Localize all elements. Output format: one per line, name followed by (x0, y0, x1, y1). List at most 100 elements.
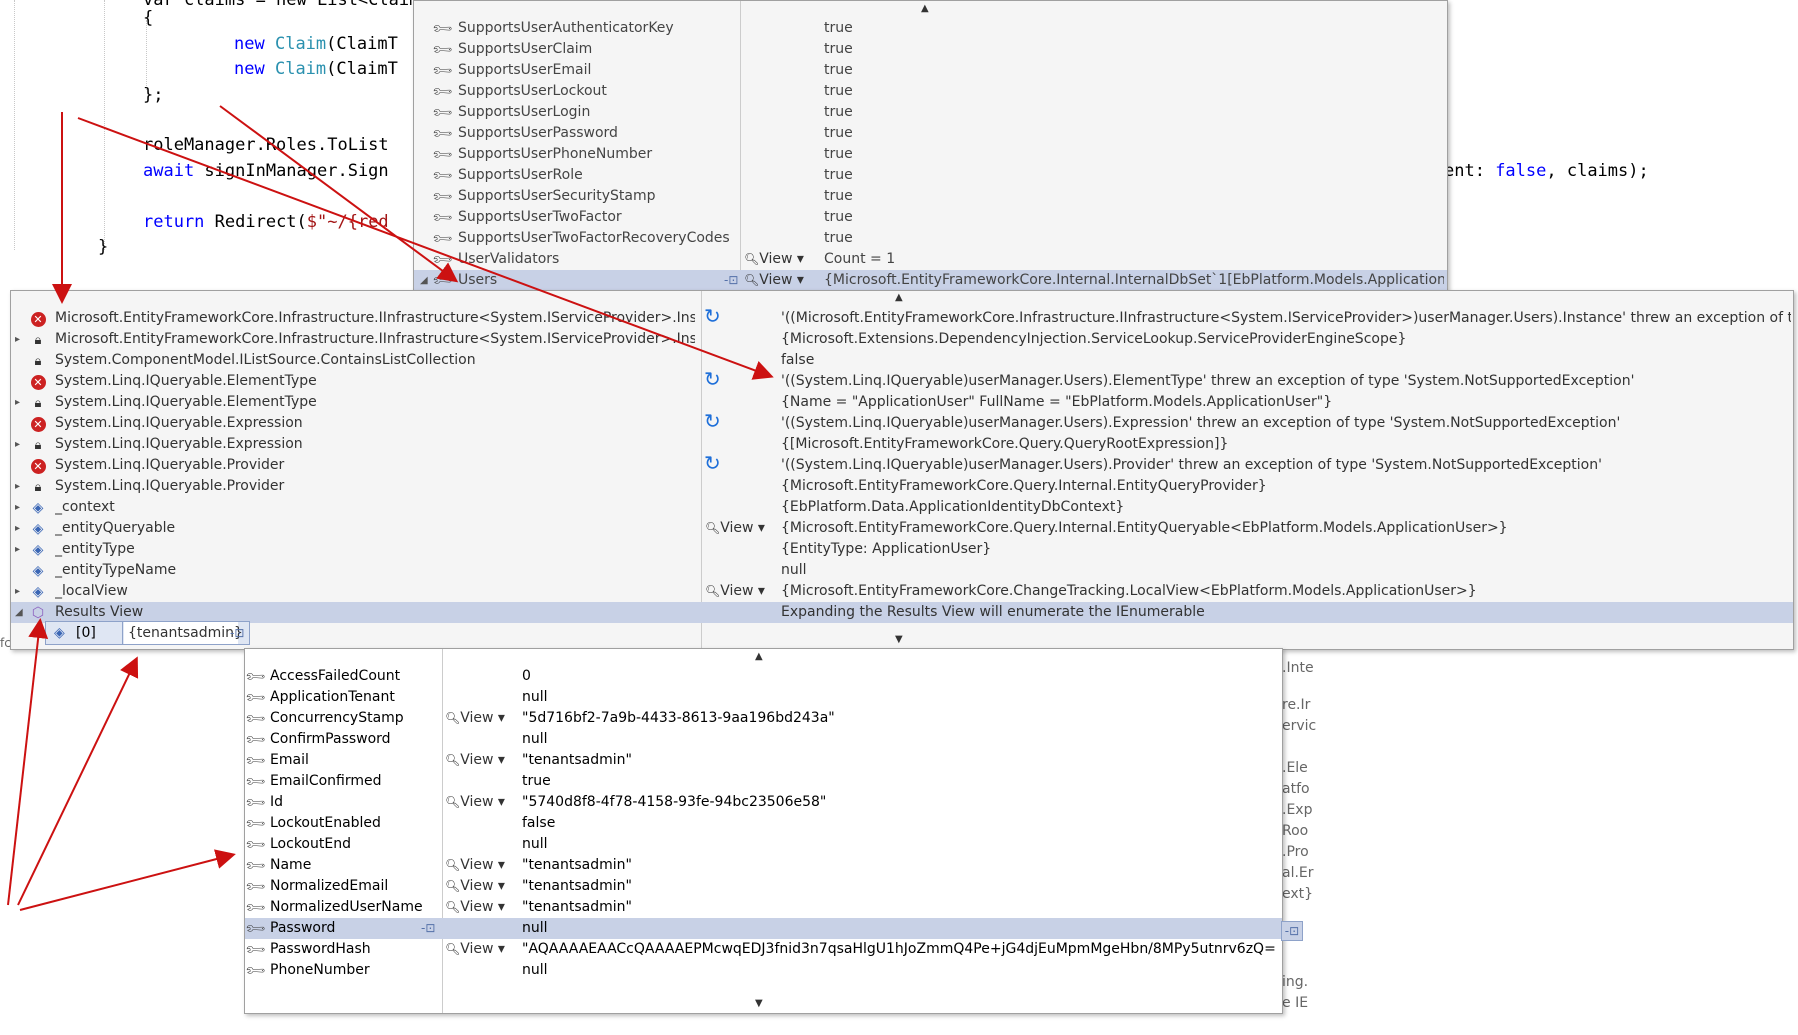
expand-arrow-icon[interactable]: ▸ (15, 518, 25, 539)
datatip-row[interactable]: ◈ _entityTypeName null (11, 560, 1793, 581)
pin-icon[interactable]: -⊡ (421, 918, 435, 939)
datatip-panel-top[interactable]: ▲ 🔧︎ SupportsUserAuthenticatorKey true 🔧︎ Su… (413, 0, 1448, 292)
view-label: View (759, 251, 793, 267)
view-visualizer-button[interactable]: 🔍︎View ▾ (445, 855, 505, 876)
background-text: .Pro (1282, 844, 1309, 860)
pin-icon[interactable]: -⊡ (230, 622, 244, 644)
datatip-row[interactable]: 🔧︎ SupportsUserRole true (414, 164, 1447, 188)
expand-arrow-icon[interactable]: ◢ (15, 602, 25, 623)
datatip-row[interactable]: 🔧︎ SupportsUserLockout true (414, 80, 1447, 104)
datatip-row[interactable]: 🔧︎ EmailConfirmed true (245, 770, 1282, 794)
datatip-panel-bottom[interactable]: ▲ ▼ 🔧︎ AccessFailedCount 0 🔧︎ ApplicationTen… (244, 648, 1283, 1014)
property-name: LockoutEnabled (270, 815, 381, 831)
datatip-row[interactable]: ✕ System.Linq.IQueryable.Provider ↻ '((Syst… (11, 453, 1793, 476)
datatip-row[interactable]: 🔧︎ SupportsUserClaim true (414, 38, 1447, 62)
datatip-row[interactable]: ▸ ◈ _localView 🔍︎View ▾ {Microsoft.EntityFra… (11, 581, 1793, 602)
refresh-icon[interactable]: ↻ (704, 453, 721, 474)
property-value: true (824, 188, 853, 204)
view-visualizer-button[interactable]: 🔍︎View ▾ (445, 897, 505, 918)
scroll-up-arrow[interactable]: ▲ (895, 292, 903, 303)
property-name: Name (270, 857, 312, 873)
chevron-down-icon: ▾ (493, 899, 505, 915)
property-name: _entityType (55, 541, 135, 557)
datatip-row[interactable]: 🔧︎ NormalizedEmail 🔍︎View ▾ "tenantsadmin" (244, 875, 1282, 899)
property-name: NormalizedUserName (270, 899, 423, 915)
datatip-row[interactable]: 🔧︎ SupportsUserTwoFactorRecoveryCodes true (414, 227, 1447, 251)
datatip-row[interactable]: 🔧︎ SupportsUserTwoFactor true (414, 206, 1447, 230)
datatip-row[interactable]: ▸ 🔒︎ System.Linq.IQueryable.Provider {Micro… (11, 476, 1793, 497)
view-visualizer-button[interactable]: 🔍︎View ▾ (705, 581, 765, 602)
view-visualizer-button[interactable]: 🔍︎View ▾ (705, 518, 765, 539)
view-visualizer-button[interactable]: 🔍︎View ▾ (445, 750, 505, 771)
datatip-row[interactable]: 🔧︎ LockoutEnd null (245, 833, 1282, 857)
datatip-row[interactable]: 🔧︎ SupportsUserSecurityStamp true (414, 185, 1447, 209)
datatip-row[interactable]: 🔧︎ Id 🔍︎View ▾ "5740d8f8-4f78-4158-93fe-94b… (245, 791, 1282, 815)
datatip-row[interactable]: 🔧︎ UserValidators 🔍︎View ▾ Count = 1 (414, 248, 1447, 272)
datatip-row[interactable]: ▸ ◈ _context {EbPlatform.Data.ApplicationId… (11, 497, 1793, 518)
datatip-row[interactable]: ▸ ◈ _entityQueryable 🔍︎View ▾ {Microsoft.Ent… (11, 518, 1793, 539)
datatip-row[interactable]: 🔧︎ Email 🔍︎View ▾ "tenantsadmin" (245, 749, 1282, 773)
datatip-row[interactable]: 🔧︎ ApplicationTenant null (245, 686, 1282, 710)
view-visualizer-button[interactable]: 🔍︎View ▾ (445, 939, 505, 960)
datatip-row[interactable]: 🔒︎ System.ComponentModel.IListSource.Cont… (11, 350, 1793, 371)
property-name: SupportsUserTwoFactorRecoveryCodes (458, 230, 730, 246)
expand-arrow-icon[interactable]: ▸ (15, 392, 25, 413)
refresh-icon[interactable]: ↻ (704, 306, 721, 327)
wrench-icon: 🔧︎ (244, 875, 268, 899)
datatip-row[interactable]: ▸ ◈ _entityType {EntityType: ApplicationUse… (11, 539, 1793, 560)
datatip-row[interactable]: ✕ System.Linq.IQueryable.ElementType ↻ '((S… (11, 369, 1793, 392)
scroll-down-arrow[interactable]: ▼ (895, 634, 903, 645)
scroll-down-arrow[interactable]: ▼ (755, 998, 763, 1009)
property-name: System.ComponentModel.IListSource.Contai… (55, 352, 476, 368)
datatip-row[interactable]: 🔧︎ Name 🔍︎View ▾ "tenantsadmin" (245, 854, 1282, 878)
property-name: System.Linq.IQueryable.Expression (55, 436, 303, 452)
expand-arrow-icon[interactable]: ▸ (15, 329, 25, 350)
view-label: View (720, 520, 754, 536)
wrench-icon: 🔧︎ (431, 59, 455, 83)
view-visualizer-button[interactable]: 🔍︎View ▾ (744, 270, 804, 291)
scroll-up-arrow[interactable]: ▲ (755, 651, 763, 662)
datatip-row[interactable]: 🔧︎ AccessFailedCount 0 (245, 665, 1282, 689)
refresh-icon[interactable]: ↻ (704, 411, 721, 432)
expand-arrow-icon[interactable]: ▸ (15, 581, 25, 602)
datatip-row[interactable]: 🔧︎ PasswordHash 🔍︎View ▾ "AQAAAAEAACcQAAAAE… (245, 938, 1282, 962)
datatip-row[interactable]: 🔧︎ SupportsUserEmail true (414, 59, 1447, 83)
datatip-panel-middle[interactable]: ▲ ▼ ✕ Microsoft.EntityFrameworkCore.Infra… (10, 290, 1794, 650)
property-name: ConfirmPassword (270, 731, 391, 747)
view-visualizer-button[interactable]: 🔍︎View ▾ (744, 249, 804, 270)
datatip-row[interactable]: 🔧︎ LockoutEnabled false (245, 812, 1282, 836)
datatip-row[interactable]: 🔧︎ ConcurrencyStamp 🔍︎View ▾ "5d716bf2-7a9b… (245, 707, 1282, 731)
pin-icon[interactable]: -⊡ (724, 270, 738, 291)
datatip-row[interactable]: 🔧︎ SupportsUserPhoneNumber true (414, 143, 1447, 167)
datatip-row[interactable]: ◢ ⬡ Results View Expanding the Results View… (11, 602, 1793, 623)
expand-arrow-icon[interactable]: ▸ (15, 539, 25, 560)
datatip-row[interactable]: ✕ System.Linq.IQueryable.Expression ↻ '((Sy… (11, 411, 1793, 434)
datatip-row[interactable]: ◢ 🔧︎ Users 🔍︎View ▾ {Microsoft.EntityFramewo… (414, 269, 1447, 291)
expand-arrow-icon[interactable]: ◢ (420, 270, 430, 291)
datatip-row[interactable]: 🔧︎ SupportsUserAuthenticatorKey true (414, 17, 1447, 41)
property-name: SupportsUserEmail (458, 62, 592, 78)
pin-icon[interactable]: -⊡ (1281, 921, 1303, 941)
expand-arrow-icon[interactable]: ▸ (15, 497, 25, 518)
datatip-row[interactable]: 🔧︎ NormalizedUserName 🔍︎View ▾ "tenantsadmi… (245, 896, 1282, 920)
scroll-up-arrow[interactable]: ▲ (921, 3, 929, 14)
wrench-icon: 🔧︎ (431, 101, 455, 125)
datatip-row[interactable]: 🔧︎ SupportsUserPassword true (414, 122, 1447, 146)
magnifier-icon: 🔍︎ (445, 753, 461, 767)
view-visualizer-button[interactable]: 🔍︎View ▾ (445, 792, 505, 813)
view-visualizer-button[interactable]: 🔍︎View ▾ (445, 708, 505, 729)
datatip-row[interactable]: ▸ 🔒︎ System.Linq.IQueryable.Expression {[Mi… (11, 434, 1793, 455)
datatip-row[interactable]: ▸ 🔒︎ Microsoft.EntityFrameworkCore.Infrast… (11, 329, 1793, 350)
datatip-row[interactable]: 🔧︎ Password null -⊡ (245, 917, 1282, 941)
refresh-icon[interactable]: ↻ (704, 369, 721, 390)
expand-arrow-icon[interactable]: ▸ (15, 434, 25, 455)
view-visualizer-button[interactable]: 🔍︎View ▾ (445, 876, 505, 897)
datatip-row[interactable]: 🔧︎ ConfirmPassword null (245, 728, 1282, 752)
datatip-row[interactable]: 🔧︎ PhoneNumber null (245, 959, 1282, 983)
datatip-row[interactable]: ✕ Microsoft.EntityFrameworkCore.Infrastru… (11, 306, 1793, 329)
expand-arrow-icon[interactable]: ▸ (15, 476, 25, 497)
datatip-row[interactable]: ▸ 🔒︎ System.Linq.IQueryable.ElementType {Na… (11, 392, 1793, 413)
property-value: null (522, 962, 548, 978)
datatip-row[interactable]: 🔧︎ SupportsUserLogin true (414, 101, 1447, 125)
results-item-tip[interactable]: ◈ [0] {tenantsadmin} -⊡ (45, 621, 250, 645)
